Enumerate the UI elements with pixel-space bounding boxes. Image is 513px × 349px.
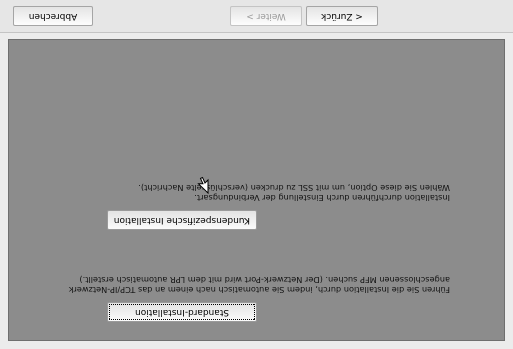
next-button[interactable]: Weiter > — [230, 6, 302, 26]
installer-window: Standard-Installation Führen Sie die Ins… — [0, 0, 513, 349]
custom-installation-button[interactable]: Kundenspezifische Installation — [107, 210, 257, 230]
custom-installation-description: Installation durchführen durch Einstellu… — [138, 183, 450, 203]
description-line: Wählen Sie diese Option, um mit SSL zu d… — [138, 183, 450, 193]
installation-type-panel: Standard-Installation Führen Sie die Ins… — [8, 39, 505, 341]
cancel-button[interactable]: Abbrechen — [13, 6, 93, 26]
mouse-pointer-icon — [197, 176, 209, 194]
navigation-bar: < Zurück Weiter > Abbrechen — [0, 0, 513, 33]
description-line: angeschlossenen MFP suchen. (Der Netzwer… — [79, 275, 450, 285]
description-line: Führen Sie die Installation durch, indem… — [68, 285, 450, 295]
standard-installation-description: Führen Sie die Installation durch, indem… — [69, 275, 450, 295]
installer-window-rotated: Standard-Installation Führen Sie die Ins… — [0, 0, 513, 349]
description-line: Installation durchführen durch Einstellu… — [194, 193, 450, 203]
standard-installation-button[interactable]: Standard-Installation — [107, 302, 257, 322]
back-button[interactable]: < Zurück — [306, 6, 378, 26]
